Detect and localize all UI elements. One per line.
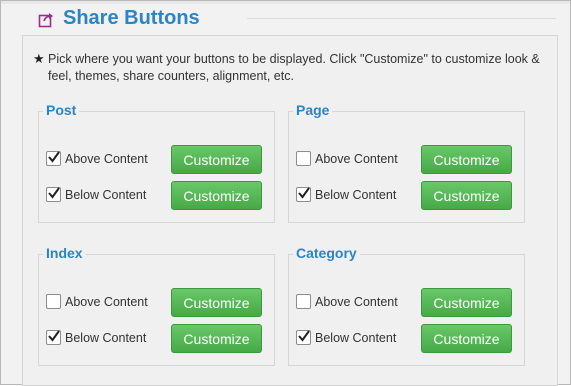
post-above-checkbox[interactable] bbox=[46, 151, 61, 166]
page-above-label: Above Content bbox=[315, 152, 398, 166]
post-above-label: Above Content bbox=[65, 152, 148, 166]
index-below-checkbox[interactable] bbox=[46, 330, 61, 345]
index-below-customize-button[interactable]: Customize bbox=[171, 324, 262, 353]
category-above-label: Above Content bbox=[315, 295, 398, 309]
star-icon: ★ bbox=[33, 51, 45, 66]
index-below-label: Below Content bbox=[65, 331, 147, 345]
post-below-label: Below Content bbox=[65, 188, 147, 202]
header-divider bbox=[247, 18, 556, 19]
post-below-customize-button[interactable]: Customize bbox=[171, 181, 262, 210]
index-above-checkbox[interactable] bbox=[46, 294, 61, 309]
post-below-checkbox[interactable] bbox=[46, 187, 61, 202]
share-icon bbox=[38, 11, 55, 28]
section-category-title: Category bbox=[293, 245, 360, 261]
page-above-customize-button[interactable]: Customize bbox=[421, 145, 512, 174]
page-above-checkbox[interactable] bbox=[296, 151, 311, 166]
page-below-customize-button[interactable]: Customize bbox=[421, 181, 512, 210]
page-below-label: Below Content bbox=[315, 188, 397, 202]
description-text: Pick where you want your buttons to be d… bbox=[48, 52, 540, 83]
index-above-customize-button[interactable]: Customize bbox=[171, 288, 262, 317]
section-page-title: Page bbox=[293, 102, 333, 118]
category-below-label: Below Content bbox=[315, 331, 397, 345]
page-below-checkbox[interactable] bbox=[296, 187, 311, 202]
category-above-customize-button[interactable]: Customize bbox=[421, 288, 512, 317]
section-index-title: Index bbox=[43, 245, 86, 261]
post-above-customize-button[interactable]: Customize bbox=[171, 145, 262, 174]
category-above-checkbox[interactable] bbox=[296, 294, 311, 309]
index-above-label: Above Content bbox=[65, 295, 148, 309]
category-below-customize-button[interactable]: Customize bbox=[421, 324, 512, 353]
section-post-title: Post bbox=[43, 102, 80, 118]
page-title: Share Buttons bbox=[63, 7, 200, 29]
category-below-checkbox[interactable] bbox=[296, 330, 311, 345]
frame-top-edge bbox=[1, 1, 570, 4]
